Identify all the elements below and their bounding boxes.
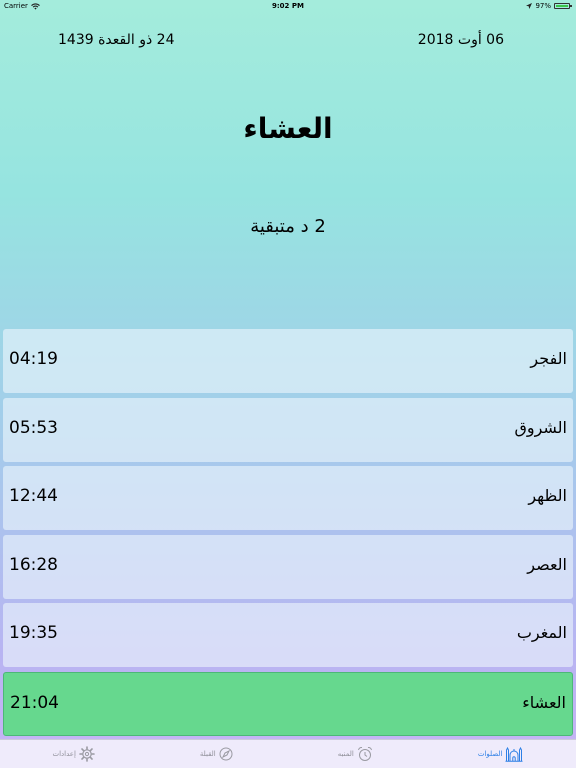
status-time: 9:02 PM xyxy=(272,2,304,10)
tab-bar: إعدادات القبلة المنبه الصلوات xyxy=(0,739,576,768)
prayer-row-fajr[interactable]: 04:19 الفجر xyxy=(3,329,573,393)
prayer-time: 12:44 xyxy=(9,486,58,507)
prayer-row-isha[interactable]: 21:04 العشاء xyxy=(3,671,573,736)
tab-label: الصلوات xyxy=(477,750,503,758)
battery-icon xyxy=(554,3,572,9)
prayer-name: العشاء xyxy=(522,692,566,712)
tab-prayers[interactable]: الصلوات xyxy=(478,746,524,762)
tab-label: إعدادات xyxy=(52,750,76,758)
tab-qibla[interactable]: القبلة xyxy=(200,747,233,761)
date-row: 24 ذو القعدة 1439 06 أوت 2018 xyxy=(58,32,504,52)
prayer-time: 19:35 xyxy=(9,623,58,644)
prayer-name: الشروق xyxy=(514,417,567,437)
prayer-time: 05:53 xyxy=(9,417,58,438)
tab-alarm[interactable]: المنبه xyxy=(338,746,373,762)
prayer-time: 16:28 xyxy=(9,554,58,575)
prayer-row-asr[interactable]: 16:28 العصر xyxy=(3,534,573,599)
time-remaining: 2 د متبقية xyxy=(250,216,326,237)
status-bar: Carrier 9:02 PM 97% xyxy=(0,0,576,12)
prayer-row-sunrise[interactable]: 05:53 الشروق xyxy=(3,397,573,462)
prayer-row-dhuhr[interactable]: 12:44 الظهر xyxy=(3,466,573,531)
prayer-name: الظهر xyxy=(528,486,567,506)
tab-label: المنبه xyxy=(337,750,354,758)
prayer-name: الفجر xyxy=(530,349,567,368)
battery-percent: 97% xyxy=(535,2,551,10)
tab-label: القبلة xyxy=(199,750,216,758)
prayer-name: المغرب xyxy=(516,623,567,643)
status-right: 97% xyxy=(526,2,572,10)
mosque-icon xyxy=(505,746,523,762)
gear-icon xyxy=(79,746,95,762)
prayer-time: 04:19 xyxy=(9,349,58,369)
gregorian-date: 06 أوت 2018 xyxy=(417,32,504,48)
prayer-name: العصر xyxy=(527,554,567,574)
tab-settings[interactable]: إعدادات xyxy=(53,746,95,762)
prayer-time: 21:04 xyxy=(10,692,59,713)
hijri-date: 24 ذو القعدة 1439 xyxy=(58,32,175,48)
compass-icon xyxy=(219,747,233,761)
prayer-list: 04:19 الفجر 05:53 الشروق 12:44 الظهر 16:… xyxy=(3,329,573,741)
location-arrow-icon xyxy=(526,3,533,9)
next-prayer-name: العشاء xyxy=(243,112,333,145)
alarm-clock-icon xyxy=(357,746,372,761)
prayer-row-maghrib[interactable]: 19:35 المغرب xyxy=(3,603,573,668)
